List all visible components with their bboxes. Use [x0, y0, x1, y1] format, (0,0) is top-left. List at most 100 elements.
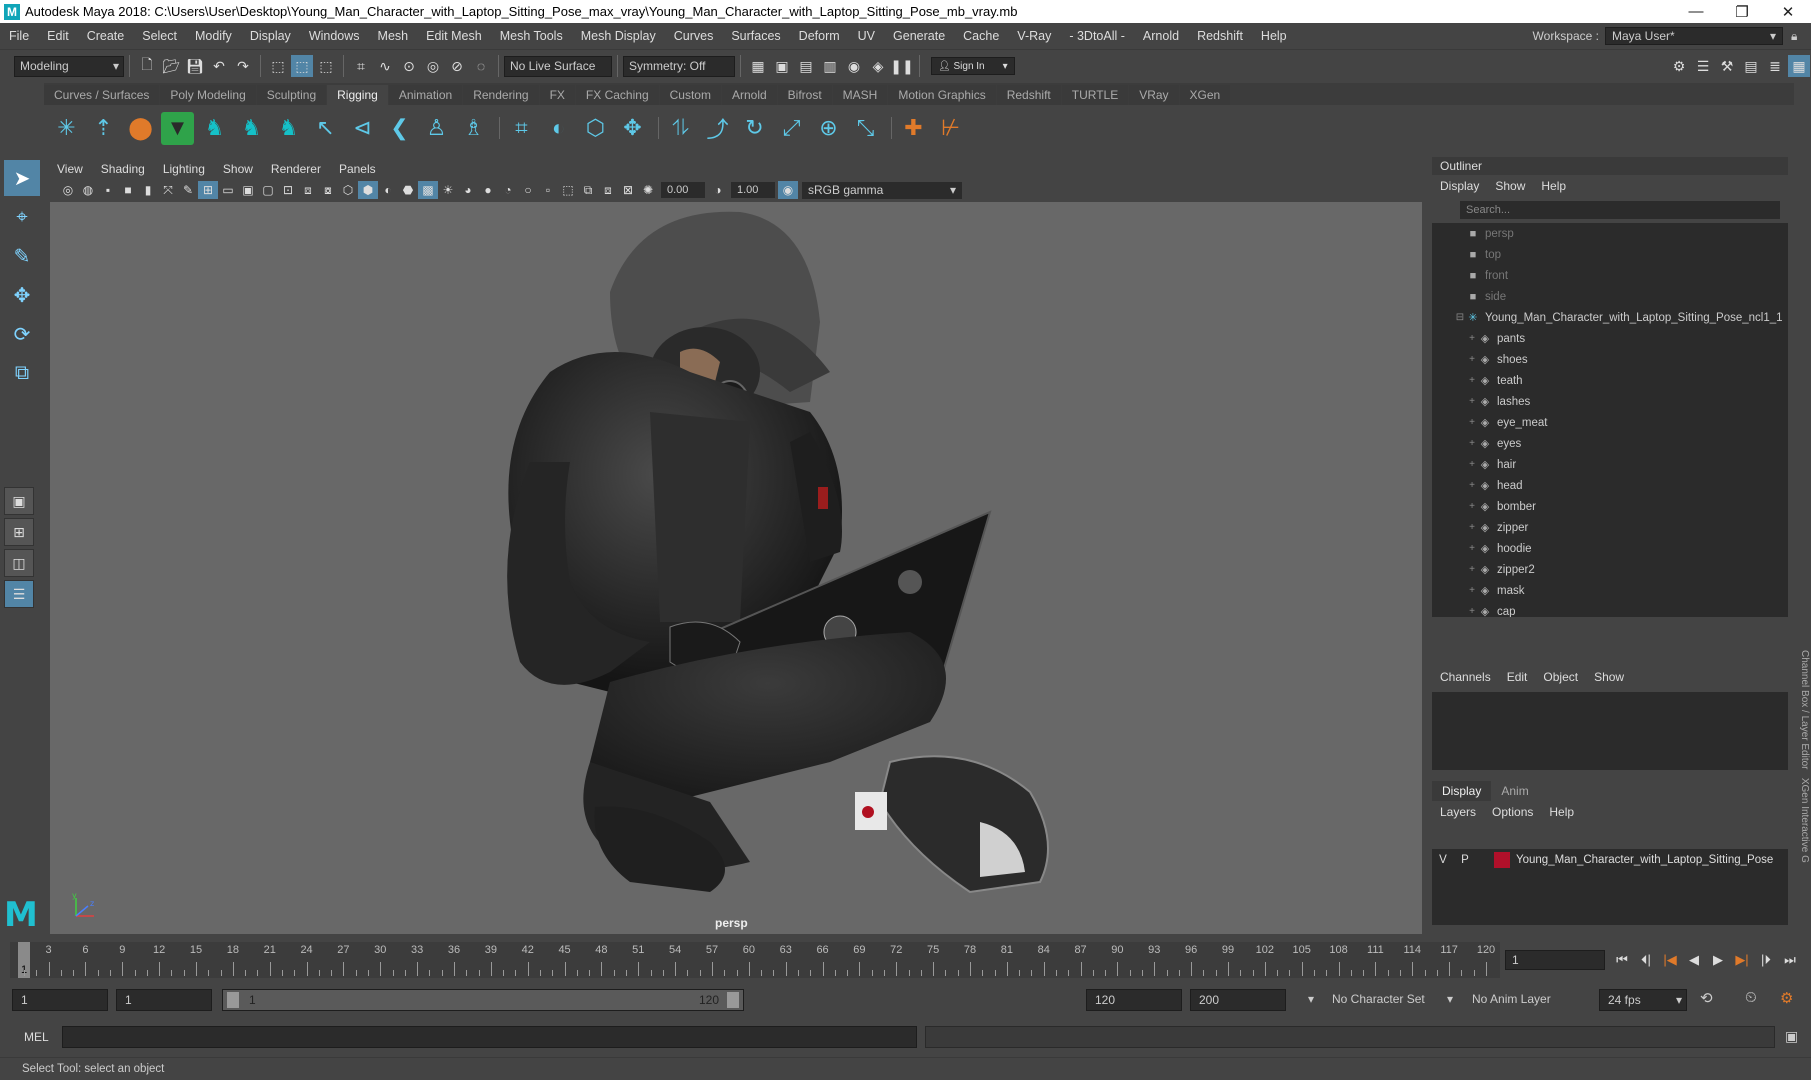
lasso-tool-icon[interactable]: ⌖: [4, 199, 40, 235]
layer-color-swatch[interactable]: [1494, 852, 1510, 868]
snap-surface-icon[interactable]: ⊘: [446, 55, 468, 77]
joint-tool-icon[interactable]: ✳: [50, 112, 83, 145]
motion-blur-icon[interactable]: ◔: [498, 181, 518, 199]
outliner-mesh-row[interactable]: + ◈ zipper2: [1432, 559, 1788, 580]
select-component-icon[interactable]: ⬚: [315, 55, 337, 77]
insert-joint-icon[interactable]: ↻: [738, 112, 771, 145]
wireframe-icon[interactable]: ⬡: [338, 181, 358, 199]
snap-vertex-icon[interactable]: ◌: [470, 55, 492, 77]
attribute-editor-icon[interactable]: ☰: [1692, 55, 1714, 77]
outliner-group-row[interactable]: ⊟ ✳ Young_Man_Character_with_Laptop_Sittin…: [1432, 307, 1788, 328]
viewport-menu-view[interactable]: View: [48, 162, 92, 176]
command-input[interactable]: [62, 1026, 917, 1048]
constraint-orient-icon[interactable]: ❮: [383, 112, 416, 145]
layer-tab-anim[interactable]: Anim: [1491, 781, 1538, 801]
gamma-field[interactable]: 1.00: [731, 182, 775, 198]
xray-icon[interactable]: ⧉: [578, 181, 598, 199]
move-tool-icon[interactable]: ✥: [4, 277, 40, 313]
menu-v-ray[interactable]: V-Ray: [1008, 29, 1060, 43]
outliner-mesh-row[interactable]: + ◈ pants: [1432, 328, 1788, 349]
shelf-tab-arnold[interactable]: Arnold: [721, 85, 777, 105]
layer-menu-layers[interactable]: Layers: [1432, 805, 1484, 819]
outliner-search-input[interactable]: Search...: [1460, 201, 1780, 219]
default-material-icon[interactable]: ◐: [378, 181, 398, 199]
anti-aliasing-icon[interactable]: ○: [518, 181, 538, 199]
outliner-camera-row[interactable]: ■ top: [1432, 244, 1788, 265]
live-surface-field[interactable]: No Live Surface: [504, 55, 612, 77]
viewport-menu-lighting[interactable]: Lighting: [154, 162, 214, 176]
viewport-3d[interactable]: y z persp: [50, 202, 1422, 934]
shelf-tab-animation[interactable]: Animation: [388, 85, 463, 105]
image-plane-icon[interactable]: ▮: [138, 181, 158, 199]
channel-menu-edit[interactable]: Edit: [1499, 670, 1536, 684]
xray-joints-icon[interactable]: ⧈: [598, 181, 618, 199]
quick-rig-icon[interactable]: ▼: [161, 111, 194, 145]
menu-arnold[interactable]: Arnold: [1134, 29, 1188, 43]
shelf-tab-turtle[interactable]: TURTLE: [1061, 85, 1129, 105]
expand-icon[interactable]: +: [1466, 585, 1478, 596]
safe-action-icon[interactable]: ⧈: [298, 181, 318, 199]
constraint-scale-icon[interactable]: ♙: [420, 112, 453, 145]
collapse-icon[interactable]: ⊟: [1454, 312, 1466, 323]
outliner-camera-row[interactable]: ■ front: [1432, 265, 1788, 286]
mirror-joint-icon[interactable]: ⥮: [664, 112, 697, 145]
resolution-gate-icon[interactable]: ▣: [238, 181, 258, 199]
new-scene-icon[interactable]: 🗋: [136, 55, 158, 77]
expand-icon[interactable]: +: [1466, 417, 1478, 428]
channel-menu-object[interactable]: Object: [1535, 670, 1586, 684]
character-set-dropdown[interactable]: No Character Set: [1332, 992, 1425, 1006]
redo-icon[interactable]: ↷: [232, 55, 254, 77]
remove-joint-icon[interactable]: ⤢: [775, 112, 808, 145]
outliner-mesh-row[interactable]: + ◈ mask: [1432, 580, 1788, 601]
outliner-camera-row[interactable]: ■ persp: [1432, 223, 1788, 244]
layer-menu-options[interactable]: Options: [1484, 805, 1541, 819]
locator-icon[interactable]: ✚: [897, 112, 930, 145]
playback-start-field[interactable]: 1: [116, 989, 212, 1011]
snap-view-icon[interactable]: ◎: [422, 55, 444, 77]
lock-icon[interactable]: 🔒︎: [1791, 29, 1811, 44]
shelf-tab-xgen[interactable]: XGen: [1179, 85, 1231, 105]
layer-visibility-toggle[interactable]: V: [1432, 854, 1454, 866]
wireframe-on-shaded-icon[interactable]: ⬣: [398, 181, 418, 199]
step-forward-key-icon[interactable]: ▶|: [1730, 952, 1754, 968]
outliner-layout-icon[interactable]: ☰: [4, 580, 34, 608]
anim-layer-dropdown[interactable]: No Anim Layer: [1472, 992, 1551, 1006]
loop-icon[interactable]: ⟲: [1700, 989, 1713, 1007]
outliner-camera-row[interactable]: ■ side: [1432, 286, 1788, 307]
expand-icon[interactable]: +: [1466, 375, 1478, 386]
open-scene-icon[interactable]: 📂︎: [160, 55, 182, 77]
shelf-options[interactable]: [0, 83, 44, 151]
play-forward-icon[interactable]: ▶: [1706, 952, 1730, 968]
anim-prefs-icon[interactable]: ⚙: [1780, 989, 1793, 1007]
menu-windows[interactable]: Windows: [300, 29, 369, 43]
menu-curves[interactable]: Curves: [665, 29, 723, 43]
outliner-menu-display[interactable]: Display: [1432, 179, 1487, 193]
expand-icon[interactable]: +: [1466, 438, 1478, 449]
field-chart-icon[interactable]: ⊡: [278, 181, 298, 199]
menu-uv[interactable]: UV: [849, 29, 884, 43]
channel-menu-channels[interactable]: Channels: [1432, 670, 1499, 684]
render-frame-icon[interactable]: ▣: [771, 55, 793, 77]
view-transform-dropdown[interactable]: sRGB gamma ▾: [802, 181, 962, 199]
symmetry-dropdown[interactable]: Symmetry: Off: [623, 55, 735, 77]
constraint-parent-icon[interactable]: ♗: [457, 112, 490, 145]
maximize-button[interactable]: ❐: [1719, 0, 1765, 23]
wrap-icon[interactable]: ⬡: [579, 112, 612, 145]
four-view-layout-icon[interactable]: ⊞: [4, 518, 34, 546]
paint-select-icon[interactable]: ✎: [4, 238, 40, 274]
expand-icon[interactable]: +: [1466, 333, 1478, 344]
outliner-mesh-row[interactable]: + ◈ eye_meat: [1432, 412, 1788, 433]
channel-box-icon[interactable]: ▤: [1740, 55, 1762, 77]
pause-icon[interactable]: ❚❚: [890, 55, 913, 77]
outliner-mesh-row[interactable]: + ◈ zipper: [1432, 517, 1788, 538]
grid-icon[interactable]: ⊞: [198, 181, 218, 199]
smooth-shade-icon[interactable]: ⬢: [358, 181, 378, 199]
viewport-menu-panels[interactable]: Panels: [330, 162, 385, 176]
disconnect-joint-icon[interactable]: ⤡: [849, 112, 882, 145]
end-time-field[interactable]: 200: [1190, 989, 1286, 1011]
step-back-icon[interactable]: ⏴|: [1634, 952, 1658, 968]
layer-playback-toggle[interactable]: P: [1454, 854, 1476, 866]
lattice-icon[interactable]: ⌗: [505, 112, 538, 145]
start-time-field[interactable]: 1: [12, 989, 108, 1011]
exposure-icon[interactable]: ✺: [638, 181, 658, 199]
